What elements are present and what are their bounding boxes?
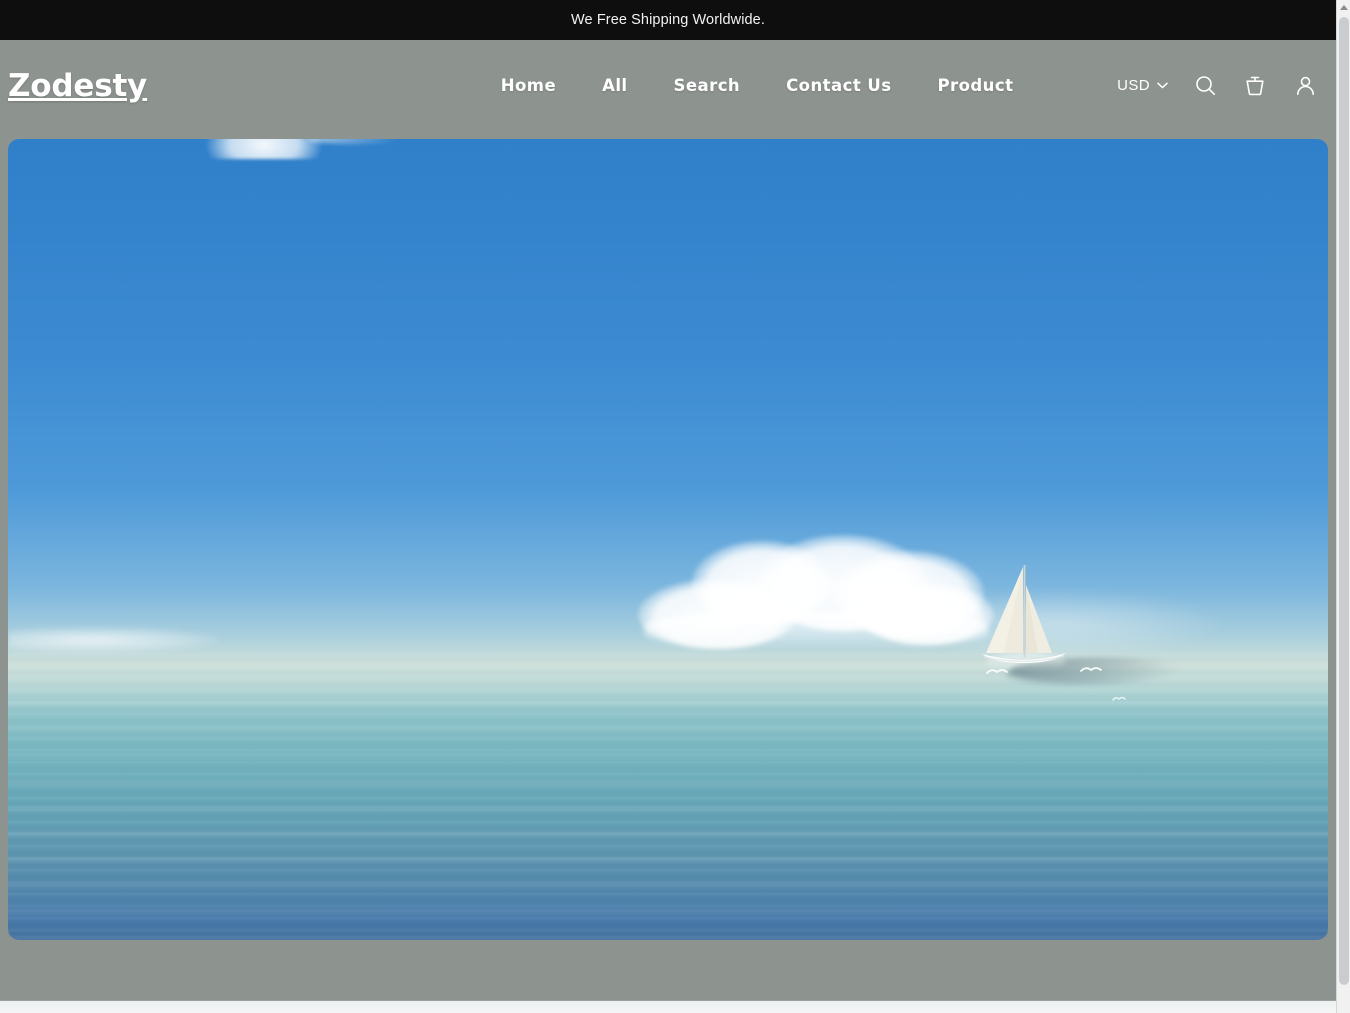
scrollbar-arrow-up-button[interactable]	[1337, 0, 1350, 15]
site-header: Zodesty Home All Search Contact Us Produ…	[0, 40, 1336, 131]
account-button[interactable]	[1292, 73, 1318, 99]
account-icon	[1295, 75, 1316, 96]
nav-link-home[interactable]: Home	[501, 76, 556, 95]
nav-link-search[interactable]: Search	[674, 76, 741, 95]
browser-viewport: We Free Shipping Worldwide. Zodesty Home…	[0, 0, 1336, 1013]
hero-banner-image[interactable]	[8, 139, 1328, 940]
site-logo[interactable]: Zodesty	[0, 68, 147, 104]
cloud-low-left	[8, 627, 218, 653]
seagull-icon-2	[1080, 665, 1102, 675]
hero-section	[0, 131, 1336, 1013]
cart-button[interactable]	[1242, 73, 1268, 99]
sea-ripple-texture-secondary	[8, 699, 1328, 940]
search-icon	[1195, 75, 1216, 96]
currency-selector[interactable]: USD	[1117, 77, 1168, 94]
header-actions: USD	[1117, 73, 1318, 99]
header-inner: Zodesty Home All Search Contact Us Produ…	[0, 68, 1318, 104]
nav-link-product[interactable]: Product	[937, 76, 1013, 95]
main-navigation: Home All Search Contact Us Product	[397, 76, 1117, 95]
search-button[interactable]	[1192, 73, 1218, 99]
basket-icon	[1244, 75, 1266, 97]
announcement-text: We Free Shipping Worldwide.	[571, 12, 765, 28]
cloud-main	[608, 535, 994, 655]
seagull-icon-1	[986, 667, 1008, 677]
vertical-scrollbar[interactable]	[1336, 0, 1350, 1013]
currency-label: USD	[1117, 77, 1150, 94]
scrollbar-thumb[interactable]	[1339, 17, 1349, 985]
nav-link-contact-us[interactable]: Contact Us	[786, 76, 891, 95]
page-root: We Free Shipping Worldwide. Zodesty Home…	[0, 0, 1350, 1013]
seagull-icon-3	[1112, 695, 1126, 703]
cloud-top-left	[206, 139, 322, 159]
page-footer-strip	[0, 1000, 1336, 1013]
announcement-bar: We Free Shipping Worldwide.	[0, 0, 1336, 40]
triangle-up-icon	[1339, 5, 1348, 10]
nav-link-all[interactable]: All	[602, 76, 627, 95]
sailboat-icon	[976, 561, 1076, 681]
chevron-down-icon	[1157, 82, 1168, 89]
